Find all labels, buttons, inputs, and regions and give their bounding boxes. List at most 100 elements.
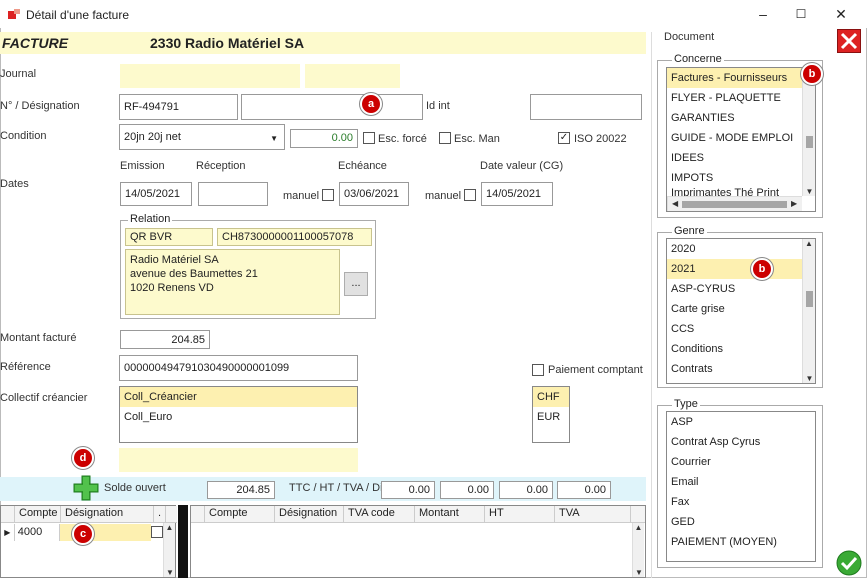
collectif-extra-field[interactable] [119, 448, 358, 472]
header-extra[interactable]: . [154, 506, 166, 522]
concerne-list[interactable]: Factures - Fournisseurs FLYER - PLAQUETT… [666, 67, 816, 212]
annotation-badge-b: b [801, 63, 823, 85]
iso-checkbox[interactable]: ✓ [558, 132, 570, 144]
echeance-date-field[interactable]: 03/06/2021 [339, 182, 409, 206]
concerne-item[interactable]: GUIDE - MODE EMPLOI [667, 128, 815, 148]
manuel-valeur-checkbox[interactable] [464, 189, 476, 201]
close-red-icon[interactable] [837, 29, 861, 53]
scroll-down-icon[interactable]: ▼ [803, 187, 815, 196]
reference-field[interactable]: 000000494791030490000001099 [119, 355, 358, 381]
iban-field[interactable]: CH8730000001100057078 [217, 228, 372, 246]
genre-item[interactable]: ASP-CYRUS [667, 279, 815, 299]
genre-item[interactable]: Conditions [667, 339, 815, 359]
right-grid-scrollbar[interactable]: ▲ ▼ [632, 523, 644, 577]
esc-force-checkbox[interactable] [363, 132, 375, 144]
scroll-down-icon[interactable]: ▼ [633, 568, 645, 577]
tva-field[interactable]: 0.00 [499, 481, 553, 499]
genre-scrollbar[interactable]: ▲ ▼ [802, 239, 815, 383]
close-window-button[interactable]: ✕ [826, 4, 856, 24]
ht-field[interactable]: 0.00 [440, 481, 494, 499]
header-tva-code[interactable]: TVA code [344, 506, 415, 522]
row-compte[interactable]: 4000 [15, 524, 60, 541]
concerne-item[interactable]: GARANTIES [667, 108, 815, 128]
scroll-left-icon[interactable]: ◀ [672, 199, 678, 208]
genre-item[interactable]: 2021 [667, 259, 815, 279]
montant-field[interactable]: 204.85 [120, 330, 210, 349]
reception-label: Réception [196, 160, 246, 172]
genre-item[interactable]: 2020 [667, 239, 815, 259]
type-item[interactable]: Fax [667, 492, 815, 512]
escompte-field[interactable]: 0.00 [290, 129, 358, 148]
add-plus-icon[interactable] [73, 475, 99, 501]
journal-secondary-field[interactable] [305, 64, 400, 88]
type-item[interactable]: GED [667, 512, 815, 532]
reception-date-field[interactable] [198, 182, 268, 206]
ttc-field[interactable]: 0.00 [381, 481, 435, 499]
id-int-field[interactable] [530, 94, 642, 120]
relation-browse-button[interactable]: ... [344, 272, 368, 296]
type-item[interactable]: Courrier [667, 452, 815, 472]
type-item[interactable]: Email [667, 472, 815, 492]
header-compte[interactable]: Compte [15, 506, 61, 522]
maximize-button[interactable]: ☐ [786, 4, 816, 24]
currency-list[interactable]: CHF EUR [532, 386, 570, 443]
currency-item[interactable]: EUR [533, 407, 569, 427]
esc-man-checkbox[interactable] [439, 132, 451, 144]
designation-field[interactable] [241, 94, 423, 120]
splitter[interactable] [178, 505, 188, 578]
concerne-item[interactable]: IMPOTS [667, 168, 815, 188]
scroll-up-icon[interactable]: ▲ [164, 523, 175, 532]
collectif-item[interactable]: Coll_Créancier [120, 387, 357, 407]
scroll-down-icon[interactable]: ▼ [164, 568, 176, 577]
emission-date-field[interactable]: 14/05/2021 [120, 182, 192, 206]
concerne-item[interactable]: IDEES [667, 148, 815, 168]
concerne-item[interactable]: FLYER - PLAQUETTE [667, 88, 815, 108]
annotation-badge-a: a [360, 93, 382, 115]
type-item[interactable]: ASP [667, 412, 815, 432]
genre-item[interactable]: Contrats [667, 359, 815, 379]
annotation-badge-d: d [72, 447, 94, 469]
date-valeur-field[interactable]: 14/05/2021 [481, 182, 553, 206]
collectif-item[interactable]: Coll_Euro [120, 407, 357, 427]
collectif-list[interactable]: Coll_Créancier Coll_Euro [119, 386, 358, 443]
scroll-thumb[interactable] [806, 291, 813, 307]
concerne-scrollbar[interactable]: ▲ ▼ [802, 68, 815, 196]
numero-field[interactable]: RF-494791 [119, 94, 238, 120]
address-line-3: 1020 Renens VD [130, 282, 214, 294]
condition-select[interactable]: 20jn 20j net ▼ [119, 124, 285, 150]
qr-field[interactable]: QR BVR [125, 228, 213, 246]
minimize-button[interactable]: – [748, 4, 778, 24]
di-field[interactable]: 0.00 [557, 481, 611, 499]
hscroll-thumb[interactable] [682, 201, 787, 208]
scroll-down-icon[interactable]: ▼ [803, 374, 815, 383]
scroll-up-icon[interactable]: ▲ [803, 239, 815, 248]
paiement-comptant-checkbox[interactable] [532, 364, 544, 376]
type-item[interactable]: Contrat Asp Cyrus [667, 432, 815, 452]
header-compte[interactable]: Compte [205, 506, 275, 522]
row-checkbox[interactable] [151, 526, 163, 538]
solde-field[interactable]: 204.85 [207, 481, 275, 499]
validate-check-icon[interactable] [836, 550, 862, 576]
header-designation[interactable]: Désignation [275, 506, 344, 522]
annotation-badge-b-genre: b [751, 258, 773, 280]
left-grid-scrollbar[interactable]: ▲ ▼ [163, 523, 175, 577]
currency-item[interactable]: CHF [533, 387, 569, 407]
manuel-echeance-checkbox[interactable] [322, 189, 334, 201]
genre-list[interactable]: 2020 2021 ASP-CYRUS Carte grise CCS Cond… [666, 238, 816, 384]
header-montant[interactable]: Montant [415, 506, 485, 522]
type-list[interactable]: ASP Contrat Asp Cyrus Courrier Email Fax… [666, 411, 816, 562]
genre-item[interactable]: Carte grise [667, 299, 815, 319]
type-item[interactable]: PAIEMENT (MOYEN) [667, 532, 815, 552]
header-designation[interactable]: Désignation [61, 506, 154, 522]
header-tva[interactable]: TVA [555, 506, 631, 522]
concerne-hscrollbar[interactable]: ◀ ▶ [667, 196, 802, 211]
genre-item[interactable]: CCS [667, 319, 815, 339]
genre-title: Genre [672, 225, 707, 237]
scroll-thumb[interactable] [806, 136, 813, 148]
address-field[interactable]: Radio Matériel SA avenue des Baumettes 2… [125, 249, 340, 315]
scroll-right-icon[interactable]: ▶ [791, 199, 797, 208]
header-ht[interactable]: HT [485, 506, 555, 522]
concerne-item[interactable]: Factures - Fournisseurs [667, 68, 815, 88]
scroll-up-icon[interactable]: ▲ [633, 523, 644, 532]
journal-field[interactable] [120, 64, 300, 88]
